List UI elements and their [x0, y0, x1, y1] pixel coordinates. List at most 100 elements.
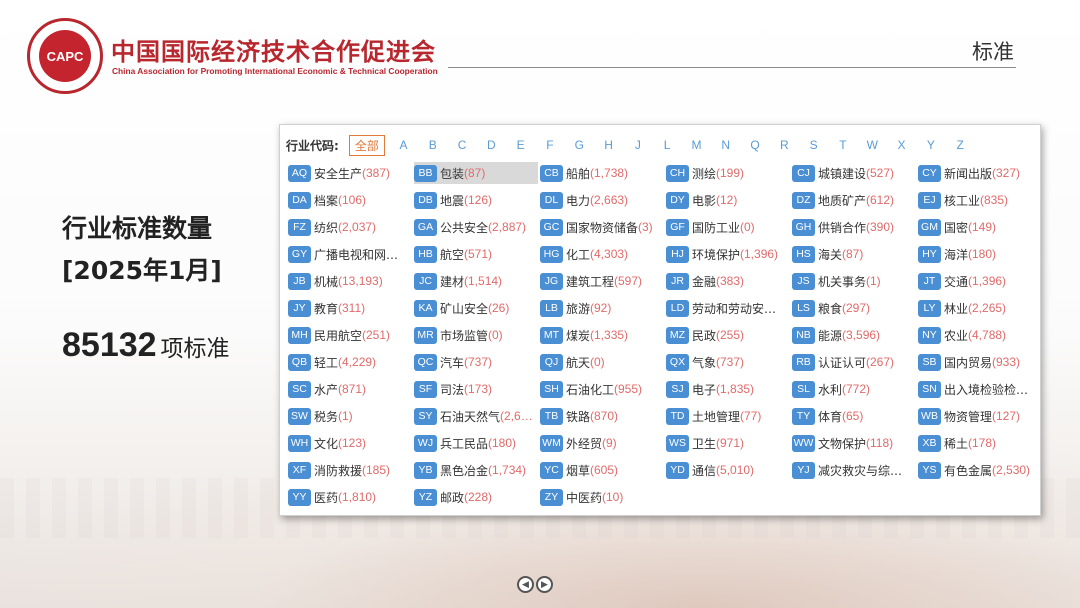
letter-filter-w[interactable]: W: [858, 138, 887, 152]
letter-filter-e[interactable]: E: [506, 138, 535, 152]
industry-item-rb[interactable]: RB 认证认可 (267): [792, 351, 916, 373]
industry-item-hj[interactable]: HJ 环境保护 (1,396): [666, 243, 790, 265]
industry-item-jt[interactable]: JT 交通 (1,396): [918, 270, 1042, 292]
industry-item-jy[interactable]: JY 教育 (311): [288, 297, 412, 319]
industry-item-yj[interactable]: YJ 减灾救灾与综…: [792, 459, 916, 481]
letter-filter-l[interactable]: L: [653, 138, 682, 152]
industry-item-qj[interactable]: QJ 航天 (0): [540, 351, 664, 373]
industry-item-hg[interactable]: HG 化工 (4,303): [540, 243, 664, 265]
industry-item-td[interactable]: TD 土地管理 (77): [666, 405, 790, 427]
industry-item-dz[interactable]: DZ 地质矿产 (612): [792, 189, 916, 211]
industry-item-db[interactable]: DB 地震 (126): [414, 189, 538, 211]
letter-filter-s[interactable]: S: [799, 138, 828, 152]
industry-item-qb[interactable]: QB 轻工 (4,229): [288, 351, 412, 373]
industry-item-gf[interactable]: GF 国防工业 (0): [666, 216, 790, 238]
industry-item-js[interactable]: JS 机关事务 (1): [792, 270, 916, 292]
industry-code-badge: SJ: [666, 380, 689, 398]
industry-item-wm[interactable]: WM 外经贸 (9): [540, 432, 664, 454]
industry-item-wb[interactable]: WB 物资管理 (127): [918, 405, 1042, 427]
industry-item-ej[interactable]: EJ 核工业 (835): [918, 189, 1042, 211]
industry-item-cj[interactable]: CJ 城镇建设 (527): [792, 162, 916, 184]
industry-item-xb[interactable]: XB 稀土 (178): [918, 432, 1042, 454]
industry-item-ws[interactable]: WS 卫生 (971): [666, 432, 790, 454]
industry-item-tb[interactable]: TB 铁路 (870): [540, 405, 664, 427]
industry-item-zy[interactable]: ZY 中医药 (10): [540, 486, 664, 508]
industry-item-dy[interactable]: DY 电影 (12): [666, 189, 790, 211]
industry-item-sh[interactable]: SH 石油化工 (955): [540, 378, 664, 400]
industry-item-gm[interactable]: GM 国密 (149): [918, 216, 1042, 238]
letter-filter-j[interactable]: J: [623, 138, 652, 152]
letter-filter-a[interactable]: A: [389, 138, 418, 152]
industry-item-ld[interactable]: LD 劳动和劳动安…: [666, 297, 790, 319]
letter-filter-t[interactable]: T: [828, 138, 857, 152]
letter-filter-x[interactable]: X: [887, 138, 916, 152]
industry-item-jb[interactable]: JB 机械 (13,193): [288, 270, 412, 292]
letter-filter-f[interactable]: F: [535, 138, 564, 152]
industry-item-sf[interactable]: SF 司法 (173): [414, 378, 538, 400]
industry-code-badge: NB: [792, 326, 815, 344]
industry-item-ga[interactable]: GA 公共安全 (2,887): [414, 216, 538, 238]
industry-item-mr[interactable]: MR 市场监管 (0): [414, 324, 538, 346]
industry-item-yz[interactable]: YZ 邮政 (228): [414, 486, 538, 508]
industry-item-sw[interactable]: SW 税务 (1): [288, 405, 412, 427]
industry-item-gh[interactable]: GH 供销合作 (390): [792, 216, 916, 238]
industry-item-wh[interactable]: WH 文化 (123): [288, 432, 412, 454]
industry-item-jr[interactable]: JR 金融 (383): [666, 270, 790, 292]
letter-filter-b[interactable]: B: [418, 138, 447, 152]
industry-item-yy[interactable]: YY 医药 (1,810): [288, 486, 412, 508]
letter-filter-d[interactable]: D: [477, 138, 506, 152]
industry-item-hy[interactable]: HY 海洋 (180): [918, 243, 1042, 265]
industry-item-ls[interactable]: LS 粮食 (297): [792, 297, 916, 319]
letter-filter-c[interactable]: C: [447, 138, 476, 152]
industry-item-xf[interactable]: XF 消防救援 (185): [288, 459, 412, 481]
industry-item-jc[interactable]: JC 建材 (1,514): [414, 270, 538, 292]
industry-item-ka[interactable]: KA 矿山安全 (26): [414, 297, 538, 319]
industry-item-bb[interactable]: BB 包装 (87): [414, 162, 538, 184]
industry-item-cy[interactable]: CY 新闻出版 (327): [918, 162, 1042, 184]
industry-item-yd[interactable]: YD 通信 (5,010): [666, 459, 790, 481]
industry-item-sy[interactable]: SY 石油天然气 (2,6…: [414, 405, 538, 427]
industry-item-qx[interactable]: QX 气象 (737): [666, 351, 790, 373]
industry-item-yb[interactable]: YB 黑色冶金 (1,734): [414, 459, 538, 481]
industry-item-hs[interactable]: HS 海关 (87): [792, 243, 916, 265]
industry-item-ys[interactable]: YS 有色金属 (2,530): [918, 459, 1042, 481]
industry-item-sj[interactable]: SJ 电子 (1,835): [666, 378, 790, 400]
letter-filter-m[interactable]: M: [682, 138, 711, 152]
industry-item-ly[interactable]: LY 林业 (2,265): [918, 297, 1042, 319]
industry-item-sl[interactable]: SL 水利 (772): [792, 378, 916, 400]
letter-filter-h[interactable]: H: [594, 138, 623, 152]
industry-item-fz[interactable]: FZ 纺织 (2,037): [288, 216, 412, 238]
industry-item-sc[interactable]: SC 水产 (871): [288, 378, 412, 400]
industry-item-ny[interactable]: NY 农业 (4,788): [918, 324, 1042, 346]
industry-item-sn[interactable]: SN 出入境检验检…: [918, 378, 1042, 400]
letter-filter-r[interactable]: R: [770, 138, 799, 152]
industry-item-qc[interactable]: QC 汽车 (737): [414, 351, 538, 373]
industry-item-ch[interactable]: CH 测绘 (199): [666, 162, 790, 184]
industry-item-yc[interactable]: YC 烟草 (605): [540, 459, 664, 481]
chevron-right-icon[interactable]: ▶: [536, 576, 553, 593]
industry-item-ty[interactable]: TY 体育 (65): [792, 405, 916, 427]
letter-filter-q[interactable]: Q: [740, 138, 769, 152]
filter-all-button[interactable]: 全部: [348, 134, 385, 156]
industry-item-hb[interactable]: HB 航空 (571): [414, 243, 538, 265]
industry-item-mh[interactable]: MH 民用航空 (251): [288, 324, 412, 346]
industry-item-gy[interactable]: GY 广播电视和网…: [288, 243, 412, 265]
industry-item-ww[interactable]: WW 文物保护 (118): [792, 432, 916, 454]
industry-item-aq[interactable]: AQ 安全生产 (387): [288, 162, 412, 184]
industry-item-gc[interactable]: GC 国家物资储备 (3): [540, 216, 664, 238]
industry-item-sb[interactable]: SB 国内贸易 (933): [918, 351, 1042, 373]
letter-filter-g[interactable]: G: [565, 138, 594, 152]
industry-item-nb[interactable]: NB 能源 (3,596): [792, 324, 916, 346]
industry-item-jg[interactable]: JG 建筑工程 (597): [540, 270, 664, 292]
letter-filter-n[interactable]: N: [711, 138, 740, 152]
letter-filter-z[interactable]: Z: [945, 138, 974, 152]
letter-filter-y[interactable]: Y: [916, 138, 945, 152]
industry-item-dl[interactable]: DL 电力 (2,663): [540, 189, 664, 211]
industry-item-mz[interactable]: MZ 民政 (255): [666, 324, 790, 346]
industry-item-da[interactable]: DA 档案 (106): [288, 189, 412, 211]
industry-item-wj[interactable]: WJ 兵工民品 (180): [414, 432, 538, 454]
industry-item-lb[interactable]: LB 旅游 (92): [540, 297, 664, 319]
industry-item-cb[interactable]: CB 船舶 (1,738): [540, 162, 664, 184]
chevron-left-icon[interactable]: ◀: [517, 576, 534, 593]
industry-item-mt[interactable]: MT 煤炭 (1,335): [540, 324, 664, 346]
